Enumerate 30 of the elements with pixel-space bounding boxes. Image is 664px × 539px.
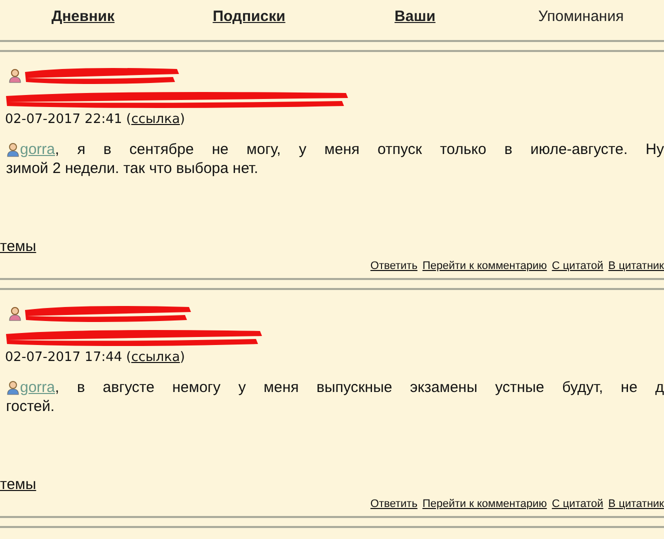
user-icon bbox=[8, 306, 22, 320]
comment-action-link[interactable]: В цитатник bbox=[608, 496, 664, 512]
bracket: ( bbox=[126, 111, 132, 129]
bracket: ) bbox=[180, 111, 185, 129]
nav-tab[interactable]: Подписки bbox=[166, 6, 332, 28]
comment-action-link[interactable]: В цитатник bbox=[608, 258, 664, 274]
nav-tab[interactable]: Дневник bbox=[0, 6, 166, 28]
nav-tab[interactable]: Упоминания bbox=[498, 6, 664, 28]
bracket: ) bbox=[180, 349, 185, 367]
nav-tab[interactable]: Ваши bbox=[332, 6, 498, 28]
topic-link[interactable]: темы bbox=[0, 238, 36, 256]
user-icon bbox=[6, 380, 20, 394]
permalink[interactable]: ссылка bbox=[131, 348, 180, 368]
bracket: ( bbox=[126, 349, 132, 367]
comment-action-link[interactable]: Перейти к комментарию bbox=[422, 496, 547, 512]
user-icon bbox=[6, 142, 20, 156]
comment-text: , в августе немогу у меня выпускные экзамены устные будут, не д bbox=[55, 378, 664, 396]
topic-link[interactable]: темы bbox=[0, 476, 36, 494]
comment-action-link[interactable]: С цитатой bbox=[552, 496, 604, 512]
comment-text: , я в сентябре не могу, у меня отпуск только в июле-августе. Ну bbox=[55, 140, 664, 158]
comment-action-link[interactable]: Перейти к комментарию bbox=[422, 258, 547, 274]
permalink[interactable]: ссылка bbox=[131, 110, 180, 130]
user-icon bbox=[8, 68, 22, 82]
comment-text: гостей. bbox=[6, 396, 56, 416]
comment-text: зимой 2 недели. так что выбора нет. bbox=[6, 158, 260, 178]
comment-action-link[interactable]: С цитатой bbox=[552, 258, 604, 274]
comment-datetime: 02-07-2017 22:41 bbox=[5, 111, 122, 129]
comment-datetime: 02-07-2017 17:44 bbox=[5, 349, 122, 367]
comment-action-link[interactable]: Ответить bbox=[370, 496, 418, 512]
comment-action-link[interactable]: Ответить bbox=[370, 258, 418, 274]
